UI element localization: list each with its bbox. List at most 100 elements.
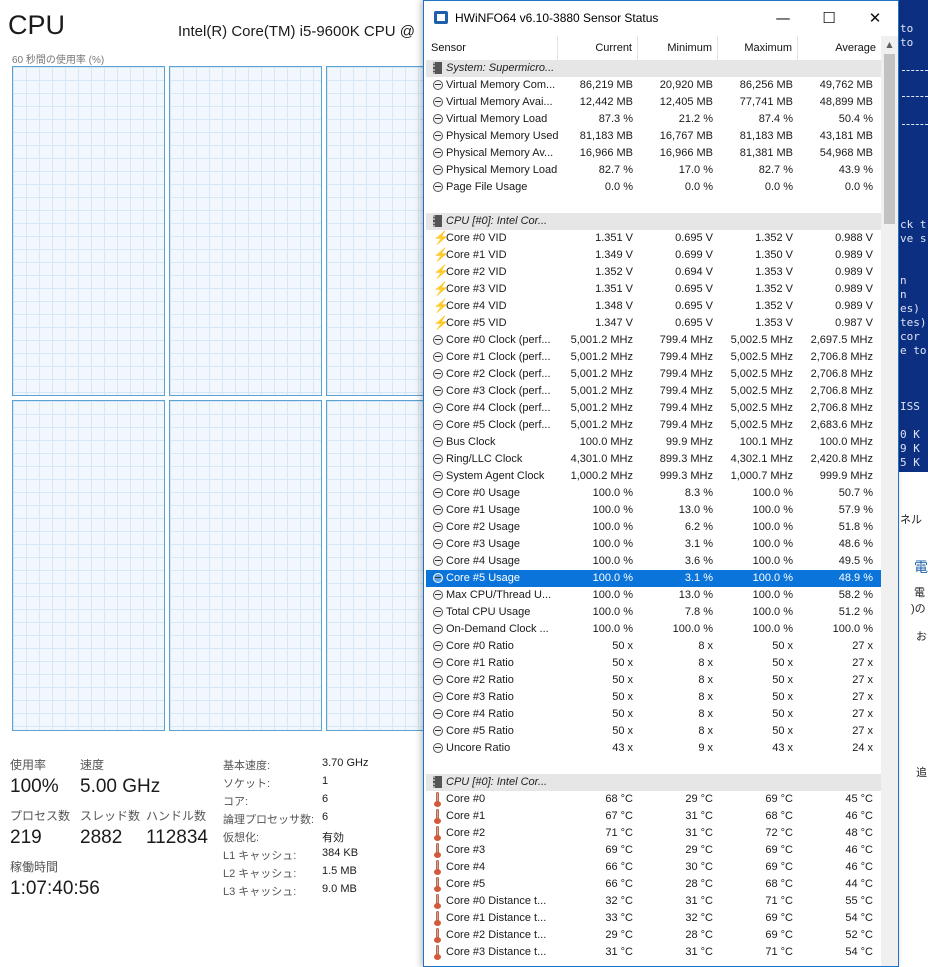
gauge-icon xyxy=(433,352,443,362)
sensor-row[interactable]: Core #2 Ratio 50 x 8 x 50 x 27 x xyxy=(426,672,881,689)
sensor-row[interactable]: Core #2 Usage 100.0 % 6.2 % 100.0 % 51.8 % xyxy=(426,519,881,536)
uptime-label: 稼働時間 xyxy=(10,860,59,874)
average-value: 0.989 V xyxy=(835,283,873,295)
sensor-row[interactable]: Core #0 Distance t... 32 °C 31 °C 71 °C 55 °… xyxy=(426,893,881,910)
column-header-average[interactable]: Average xyxy=(798,36,881,60)
console-line: es) xyxy=(900,302,920,315)
minimum-value: 0.695 V xyxy=(675,300,713,312)
sensor-row[interactable]: Core #1 Usage 100.0 % 13.0 % 100.0 % 57.9 % xyxy=(426,502,881,519)
sensor-group-row[interactable]: CPU [#0]: Intel Cor... xyxy=(426,213,881,230)
sensor-row[interactable]: ⚡ Core #3 VID 1.351 V 0.695 V 1.352 V 0.989 V xyxy=(426,281,881,298)
sensor-row[interactable]: Core #4 Usage 100.0 % 3.6 % 100.0 % 49.5 % xyxy=(426,553,881,570)
sensor-row[interactable]: ⚡ Core #1 VID 1.349 V 0.699 V 1.350 V 0.989 V xyxy=(426,247,881,264)
sensor-name: Physical Memory Av... xyxy=(446,147,554,159)
sensor-row[interactable]: Ring/LLC Clock 4,301.0 MHz 899.3 MHz 4,302.… xyxy=(426,451,881,468)
minimize-button[interactable]: — xyxy=(760,1,806,34)
lightning-icon: ⚡ xyxy=(433,247,450,262)
sensor-row[interactable]: Core #0 Ratio 50 x 8 x 50 x 27 x xyxy=(426,638,881,655)
maximum-value: 50 x xyxy=(772,725,793,737)
sensor-row[interactable]: Physical Memory Av... 16,966 MB 16,966 MB 8… xyxy=(426,145,881,162)
sensor-row[interactable]: Physical Memory Used 81,183 MB 16,767 MB 81… xyxy=(426,128,881,145)
sensor-table-header: Sensor Current Minimum Maximum Average xyxy=(426,36,881,61)
sensor-row[interactable]: Core #5 66 °C 28 °C 68 °C 44 °C xyxy=(426,876,881,893)
uptime-value: 1:07:40:56 xyxy=(10,878,100,899)
gauge-icon xyxy=(433,97,443,107)
sensor-row[interactable]: Core #0 Usage 100.0 % 8.3 % 100.0 % 50.7 % xyxy=(426,485,881,502)
maximum-value: 72 °C xyxy=(765,827,793,839)
sensor-row[interactable]: Bus Clock 100.0 MHz 99.9 MHz 100.1 MHz 100.0… xyxy=(426,434,881,451)
sensor-row[interactable]: Core #2 Clock (perf... 5,001.2 MHz 799.4 M… xyxy=(426,366,881,383)
sensor-row[interactable]: Core #1 Clock (perf... 5,001.2 MHz 799.4 M… xyxy=(426,349,881,366)
sensor-row[interactable]: Page File Usage 0.0 % 0.0 % 0.0 % 0.0 % xyxy=(426,179,881,196)
sensor-name: Virtual Memory Load xyxy=(446,113,548,125)
sensor-row[interactable]: System Agent Clock 1,000.2 MHz 999.3 MHz 1,… xyxy=(426,468,881,485)
minimum-value: 21.2 % xyxy=(678,113,713,125)
sensor-row[interactable]: Core #5 Usage 100.0 % 3.1 % 100.0 % 48.9 % xyxy=(426,570,881,587)
column-header-minimum[interactable]: Minimum xyxy=(638,36,718,60)
sensor-group-row[interactable]: System: Supermicro... xyxy=(426,60,881,77)
scroll-up-arrow-icon[interactable]: ▲ xyxy=(881,36,898,53)
thermometer-icon xyxy=(434,945,441,960)
window-titlebar[interactable]: HWiNFO64 v6.10-3880 Sensor Status — ☐ ✕ xyxy=(424,1,898,34)
sensor-row[interactable]: Core #2 Distance t... 29 °C 28 °C 69 °C 52 °… xyxy=(426,927,881,944)
sensor-group-row[interactable]: CPU [#0]: Intel Cor... xyxy=(426,774,881,791)
column-header-sensor[interactable]: Sensor xyxy=(426,36,558,60)
minimum-value: 8 x xyxy=(698,640,713,652)
column-header-current[interactable]: Current xyxy=(558,36,638,60)
sensor-row[interactable]: Total CPU Usage 100.0 % 7.8 % 100.0 % 51.2 % xyxy=(426,604,881,621)
sensor-row[interactable]: Core #3 Distance t... 31 °C 31 °C 71 °C 54 °… xyxy=(426,944,881,961)
sensor-row[interactable]: Max CPU/Thread U... 100.0 % 13.0 % 100.0 % 5… xyxy=(426,587,881,604)
sensor-row[interactable]: Core #5 Clock (perf... 5,001.2 MHz 799.4 M… xyxy=(426,417,881,434)
current-value: 100.0 % xyxy=(592,623,633,635)
gauge-icon xyxy=(433,454,443,464)
average-value: 2,420.8 MHz xyxy=(810,453,873,465)
sensor-name: Core #0 Clock (perf... xyxy=(446,334,551,346)
sensor-row[interactable]: Core #4 Ratio 50 x 8 x 50 x 27 x xyxy=(426,706,881,723)
sensor-row[interactable]: Core #3 Ratio 50 x 8 x 50 x 27 x xyxy=(426,689,881,706)
column-header-maximum[interactable]: Maximum xyxy=(718,36,798,60)
sensor-row[interactable]: Core #1 Ratio 50 x 8 x 50 x 27 x xyxy=(426,655,881,672)
sensor-row[interactable]: Core #2 71 °C 31 °C 72 °C 48 °C xyxy=(426,825,881,842)
thermometer-icon xyxy=(434,792,441,807)
sensor-row[interactable]: Core #0 Clock (perf... 5,001.2 MHz 799.4 M… xyxy=(426,332,881,349)
sensor-row[interactable]: Virtual Memory Com... 86,219 MB 20,920 MB 8… xyxy=(426,77,881,94)
sensor-name: Core #2 Clock (perf... xyxy=(446,368,551,380)
gauge-icon xyxy=(433,335,443,345)
minimum-value: 0.695 V xyxy=(675,283,713,295)
current-value: 1.351 V xyxy=(595,232,633,244)
maximize-button[interactable]: ☐ xyxy=(806,1,852,34)
sensor-row[interactable]: Virtual Memory Load 87.3 % 21.2 % 87.4 % 50.… xyxy=(426,111,881,128)
sensor-row[interactable]: On-Demand Clock ... 100.0 % 100.0 % 100.0 %… xyxy=(426,621,881,638)
sensor-row[interactable]: ⚡ Core #2 VID 1.352 V 0.694 V 1.353 V 0.989 V xyxy=(426,264,881,281)
hwinfo-window[interactable]: HWiNFO64 v6.10-3880 Sensor Status — ☐ ✕ … xyxy=(423,0,899,967)
sensor-name: Core #1 Distance t... xyxy=(446,912,547,924)
current-value: 100.0 % xyxy=(592,589,633,601)
minimum-value: 8 x xyxy=(698,725,713,737)
average-value: 100.0 % xyxy=(832,623,873,635)
sensor-row[interactable]: ⚡ Core #0 VID 1.351 V 0.695 V 1.352 V 0.988 V xyxy=(426,230,881,247)
vertical-scrollbar[interactable]: ▲ xyxy=(881,36,898,966)
sensor-row[interactable]: Core #3 Clock (perf... 5,001.2 MHz 799.4 M… xyxy=(426,383,881,400)
sensor-row[interactable]: Core #0 68 °C 29 °C 69 °C 45 °C xyxy=(426,791,881,808)
close-button[interactable]: ✕ xyxy=(852,1,898,34)
sensor-row[interactable]: Core #4 66 °C 30 °C 69 °C 46 °C xyxy=(426,859,881,876)
sensor-row[interactable]: Core #5 Ratio 50 x 8 x 50 x 27 x xyxy=(426,723,881,740)
sensor-row[interactable]: Virtual Memory Avai... 12,442 MB 12,405 MB… xyxy=(426,94,881,111)
average-value: 45 °C xyxy=(845,793,873,805)
sensor-row[interactable]: Physical Memory Load 82.7 % 17.0 % 82.7 % 43… xyxy=(426,162,881,179)
spec-value: 384 KB xyxy=(322,847,359,859)
average-value: 52 °C xyxy=(845,929,873,941)
sensor-row[interactable]: Uncore Ratio 43 x 9 x 43 x 24 x xyxy=(426,740,881,757)
sensor-row[interactable]: Core #3 69 °C 29 °C 69 °C 46 °C xyxy=(426,842,881,859)
sensor-row[interactable]: Core #3 Usage 100.0 % 3.1 % 100.0 % 48.6 % xyxy=(426,536,881,553)
sensor-row[interactable]: Core #1 67 °C 31 °C 68 °C 46 °C xyxy=(426,808,881,825)
minimum-value: 32 °C xyxy=(685,912,713,924)
current-value: 1.349 V xyxy=(595,249,633,261)
sensor-table-body: System: Supermicro... Virtual Memory Com.… xyxy=(426,60,881,966)
scrollbar-thumb[interactable] xyxy=(884,54,895,224)
sensor-row[interactable]: ⚡ Core #4 VID 1.348 V 0.695 V 1.352 V 0.989 V xyxy=(426,298,881,315)
spec-value: 3.70 GHz xyxy=(322,757,369,769)
sensor-row[interactable]: Core #4 Clock (perf... 5,001.2 MHz 799.4 M… xyxy=(426,400,881,417)
sensor-row[interactable]: ⚡ Core #5 VID 1.347 V 0.695 V 1.353 V 0.987 V xyxy=(426,315,881,332)
sensor-row[interactable]: Core #1 Distance t... 33 °C 32 °C 69 °C 54 °… xyxy=(426,910,881,927)
